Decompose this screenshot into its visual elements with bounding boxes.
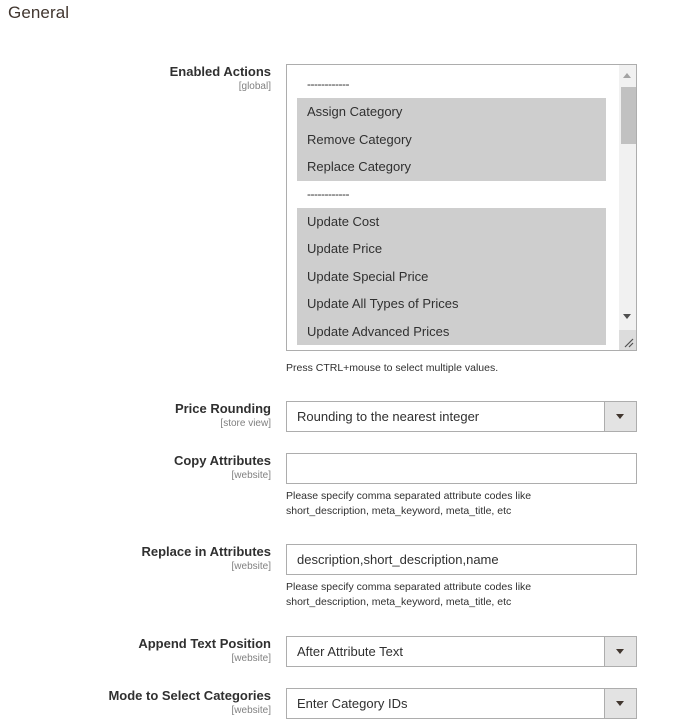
replace-in-attributes-hint-line1: Please specify comma separated attribute… <box>286 581 532 593</box>
multiselect-option[interactable]: Update Price <box>297 235 606 263</box>
enabled-actions-label: Enabled Actions <box>169 64 271 79</box>
price-rounding-scope: [store view] <box>220 418 271 429</box>
enabled-actions-options: ------------ Assign Category Remove Catego… <box>297 71 606 345</box>
scroll-up-arrow-icon[interactable] <box>619 67 636 83</box>
price-rounding-label: Price Rounding <box>174 401 271 416</box>
mode-select-categories-label: Mode to Select Categories <box>108 688 271 703</box>
append-text-position-label: Append Text Position <box>138 636 271 651</box>
multiselect-option[interactable]: Update All Types of Prices <box>297 290 606 318</box>
price-rounding-label-block: Price Rounding [store view] <box>175 401 271 430</box>
multiselect-option[interactable]: Update Special Price <box>297 262 606 291</box>
chevron-down-icon[interactable] <box>604 402 636 431</box>
copy-attributes-label-block: Copy Attributes [website] <box>174 453 271 482</box>
copy-attributes-scope: [website] <box>231 470 271 481</box>
enabled-actions-multiselect[interactable]: ------------ Assign Category Remove Catego… <box>286 64 637 351</box>
scrollbar-corner <box>619 330 636 350</box>
section-title: General <box>8 3 70 22</box>
scroll-down-arrow-icon[interactable] <box>619 308 636 324</box>
copy-attributes-hint-line2: short_description, meta_keyword, meta_ti… <box>286 505 512 517</box>
enabled-actions-label-block: Enabled Actions [global] <box>170 64 271 93</box>
append-text-position-value: After Attribute Text <box>297 644 403 659</box>
mode-select-categories-scope: [website] <box>231 705 271 716</box>
price-rounding-select[interactable]: Rounding to the nearest integer <box>286 401 637 432</box>
copy-attributes-label: Copy Attributes <box>173 453 271 468</box>
multiselect-option[interactable]: Update Advanced Prices <box>297 317 606 345</box>
copy-attributes-input[interactable] <box>286 453 637 484</box>
replace-in-attributes-hint-line2: short_description, meta_keyword, meta_ti… <box>286 596 512 608</box>
replace-in-attributes-input[interactable] <box>286 544 637 575</box>
mode-select-categories-select[interactable]: Enter Category IDs <box>286 688 637 719</box>
price-rounding-value: Rounding to the nearest integer <box>297 409 480 424</box>
multiselect-option[interactable]: Update Cost <box>297 207 606 236</box>
replace-in-attributes-scope: [website] <box>231 561 271 572</box>
chevron-down-icon[interactable] <box>604 689 636 718</box>
replace-in-attributes-hint: Please specify comma separated attribute… <box>286 580 531 610</box>
copy-attributes-hint: Please specify comma separated attribute… <box>286 489 531 519</box>
config-page: General Enabled Actions [global] -------… <box>0 0 698 726</box>
multiselect-option[interactable]: Remove Category <box>297 125 606 154</box>
copy-attributes-hint-line1: Please specify comma separated attribute… <box>286 490 532 502</box>
option-separator[interactable]: ------------ <box>297 71 606 99</box>
append-text-position-select[interactable]: After Attribute Text <box>286 636 637 667</box>
append-text-position-scope: [website] <box>231 653 271 664</box>
option-separator[interactable]: ------------ <box>297 180 606 208</box>
chevron-down-icon[interactable] <box>604 637 636 666</box>
mode-select-categories-label-block: Mode to Select Categories [website] <box>108 688 271 717</box>
scrollbar-thumb[interactable] <box>621 87 636 144</box>
append-text-position-label-block: Append Text Position [website] <box>138 636 271 665</box>
mode-select-categories-value: Enter Category IDs <box>297 696 408 711</box>
multiselect-option[interactable]: Replace Category <box>297 153 606 181</box>
enabled-actions-hint: Press CTRL+mouse to select multiple valu… <box>286 362 499 374</box>
multiselect-option[interactable]: Assign Category <box>297 98 606 126</box>
replace-in-attributes-label: Replace in Attributes <box>141 544 271 559</box>
resize-grip-icon[interactable] <box>624 338 634 348</box>
replace-in-attributes-label-block: Replace in Attributes [website] <box>141 544 271 573</box>
multiselect-scrollbar[interactable] <box>619 65 636 350</box>
enabled-actions-scope: [global] <box>238 81 271 92</box>
